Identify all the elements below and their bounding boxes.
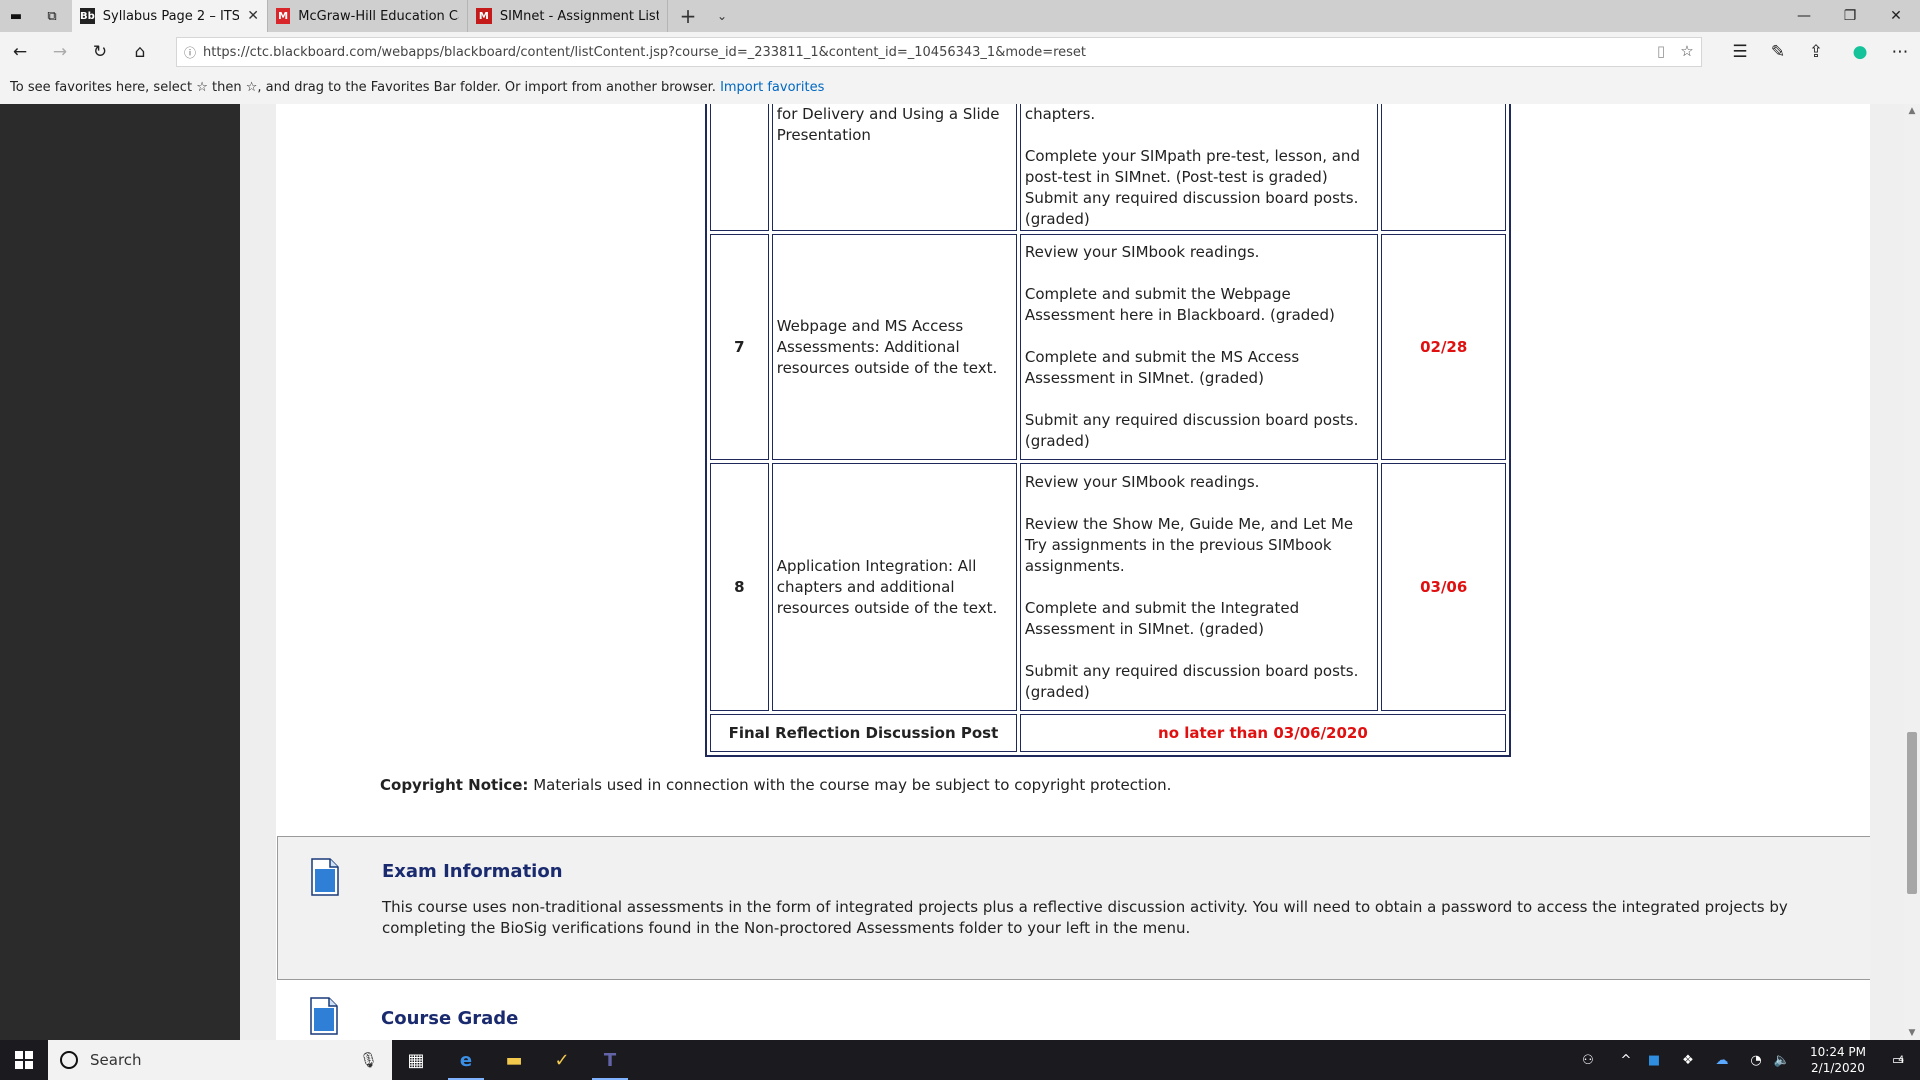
task-view-icon[interactable]: ▦ [392,1040,440,1080]
new-tab-button[interactable]: + [668,4,708,28]
scrollbar-thumb[interactable] [1907,732,1917,894]
week-cell: 7 [710,234,769,460]
show-hidden-icons[interactable]: ^ [1614,1040,1638,1080]
norton-icon[interactable]: ✓ [538,1040,586,1080]
mcgraw-hill-icon: M [276,8,291,24]
page-viewport: ▲ ▼ for Delivery and Using a Slide Prese… [0,104,1920,1040]
exam-information-link[interactable]: Exam Information [382,861,563,882]
teams-icon[interactable]: T [586,1040,634,1080]
chevron-down-icon[interactable]: ⌄ [708,9,736,23]
pen-icon[interactable]: ✎ [1758,32,1798,72]
dropbox-icon[interactable]: ❖ [1676,1040,1700,1080]
close-window-button[interactable]: ✕ [1872,0,1920,32]
navigation-bar: ← → ↻ ⌂ ⓘ https://ctc.blackboard.com/web… [0,32,1920,72]
file-explorer-icon[interactable]: ▬ [490,1040,538,1080]
tab-mcgraw-hill[interactable]: M McGraw-Hill Education Cam [268,0,468,32]
tab-actions-icon[interactable]: ▬ [4,0,28,32]
due-cell [1381,104,1506,231]
people-icon[interactable]: ⚇ [1576,1040,1600,1080]
tab-syllabus[interactable]: Bb Syllabus Page 2 – ITSC1 ✕ [72,0,268,32]
scroll-down-icon[interactable]: ▼ [1904,1028,1920,1038]
forward-button[interactable]: → [40,32,80,72]
favorites-bar: To see favorites here, select ☆ then ☆, … [0,72,1920,104]
course-grade-link[interactable]: Course Grade [381,1008,518,1029]
grammarly-icon[interactable]: ● [1840,32,1880,72]
windows-logo-icon [15,1051,33,1069]
favorite-star-icon[interactable]: ☆ [1675,42,1699,60]
taskbar-search[interactable]: Search 🎙 [48,1040,392,1080]
tab-simnet[interactable]: M SIMnet - Assignment List [468,0,668,32]
system-clock[interactable]: 10:24 PM 2/1/2020 [1796,1044,1880,1076]
course-menu-panel [0,104,240,1040]
topic-cell: Webpage and MS Access Assessments: Addit… [771,234,1017,460]
favorites-star-icon: ☆ [196,80,212,95]
refresh-button[interactable]: ↻ [80,32,120,72]
copyright-notice: Copyright Notice: Materials used in conn… [380,776,1172,794]
home-button[interactable]: ⌂ [120,32,160,72]
minimize-button[interactable]: — [1780,0,1828,32]
exam-information-description: This course uses non-traditional assessm… [382,898,1788,937]
table-row: 8 Application Integration: All chapters … [710,463,1506,711]
set-aside-tabs-icon[interactable]: ⧉ [40,0,64,32]
content-item-course-grade: Course Grade [277,980,1870,1040]
microphone-icon[interactable]: 🎙 [359,1051,378,1069]
tasks-cell: chapters. Complete your SIMpath pre-test… [1019,104,1379,231]
table-row: for Delivery and Using a Slide Presentat… [710,104,1506,231]
course-schedule-table: for Delivery and Using a Slide Presentat… [705,104,1511,757]
topic-cell: Application Integration: All chapters an… [771,463,1017,711]
action-center-icon[interactable]: ▭ 4 [1880,1040,1916,1080]
final-reflection-label: Final Reflection Discussion Post [710,714,1017,752]
browser-tab-bar: ▬ ⧉ Bb Syllabus Page 2 – ITSC1 ✕ M McGra… [0,0,1920,32]
document-icon [311,858,339,896]
app-tray-icon[interactable]: ■ [1642,1040,1666,1080]
start-button[interactable] [0,1040,48,1080]
blackboard-icon: Bb [80,8,95,24]
content-item-exam-information: Exam Information This course uses non-tr… [277,836,1870,980]
edge-icon[interactable]: e [442,1040,490,1080]
wifi-icon[interactable]: ◔ [1744,1040,1768,1080]
favorites-hub-icon[interactable]: ☰ [1720,32,1760,72]
windows-taskbar: Search 🎙 ▦ e ▬ ✓ T ⚇ ^ ■ ❖ ☁ ◔ 🔈 10:24 P… [0,1040,1920,1080]
share-icon[interactable]: ⇪ [1796,32,1836,72]
restore-button[interactable]: ❐ [1826,0,1874,32]
more-menu-icon[interactable]: ⋯ [1880,32,1920,72]
table-row: 7 Webpage and MS Access Assessments: Add… [710,234,1506,460]
left-gutter [240,104,276,1040]
onedrive-icon[interactable]: ☁ [1710,1040,1734,1080]
scroll-up-icon[interactable]: ▲ [1904,106,1920,116]
content-area: for Delivery and Using a Slide Presentat… [276,104,1870,1040]
back-button[interactable]: ← [0,32,40,72]
week-cell: 8 [710,463,769,711]
week-cell [710,104,769,231]
table-row: Final Reflection Discussion Post no late… [710,714,1506,752]
site-info-icon[interactable]: ⓘ [177,44,203,61]
simnet-icon: M [476,8,492,24]
due-date: 02/28 [1381,234,1506,460]
cortana-icon [60,1051,78,1069]
volume-icon[interactable]: 🔈 [1770,1040,1794,1080]
url-text[interactable]: https://ctc.blackboard.com/webapps/black… [203,45,1086,60]
close-tab-icon[interactable]: ✕ [239,8,259,24]
final-reflection-due: no later than 03/06/2020 [1019,714,1506,752]
import-favorites-link[interactable]: Import favorites [720,80,824,95]
document-icon [310,997,338,1035]
due-date: 03/06 [1381,463,1506,711]
vertical-scrollbar[interactable]: ▲ ▼ [1904,104,1920,1040]
address-bar[interactable]: ⓘ https://ctc.blackboard.com/webapps/bla… [176,37,1702,67]
tasks-cell: Review your SIMbook readings. Complete a… [1019,234,1379,460]
right-gutter [1870,104,1904,1040]
topic-cell: for Delivery and Using a Slide Presentat… [771,104,1017,231]
tasks-cell: Review your SIMbook readings. Review the… [1019,463,1379,711]
reading-view-icon[interactable]: ▯ [1649,42,1673,60]
